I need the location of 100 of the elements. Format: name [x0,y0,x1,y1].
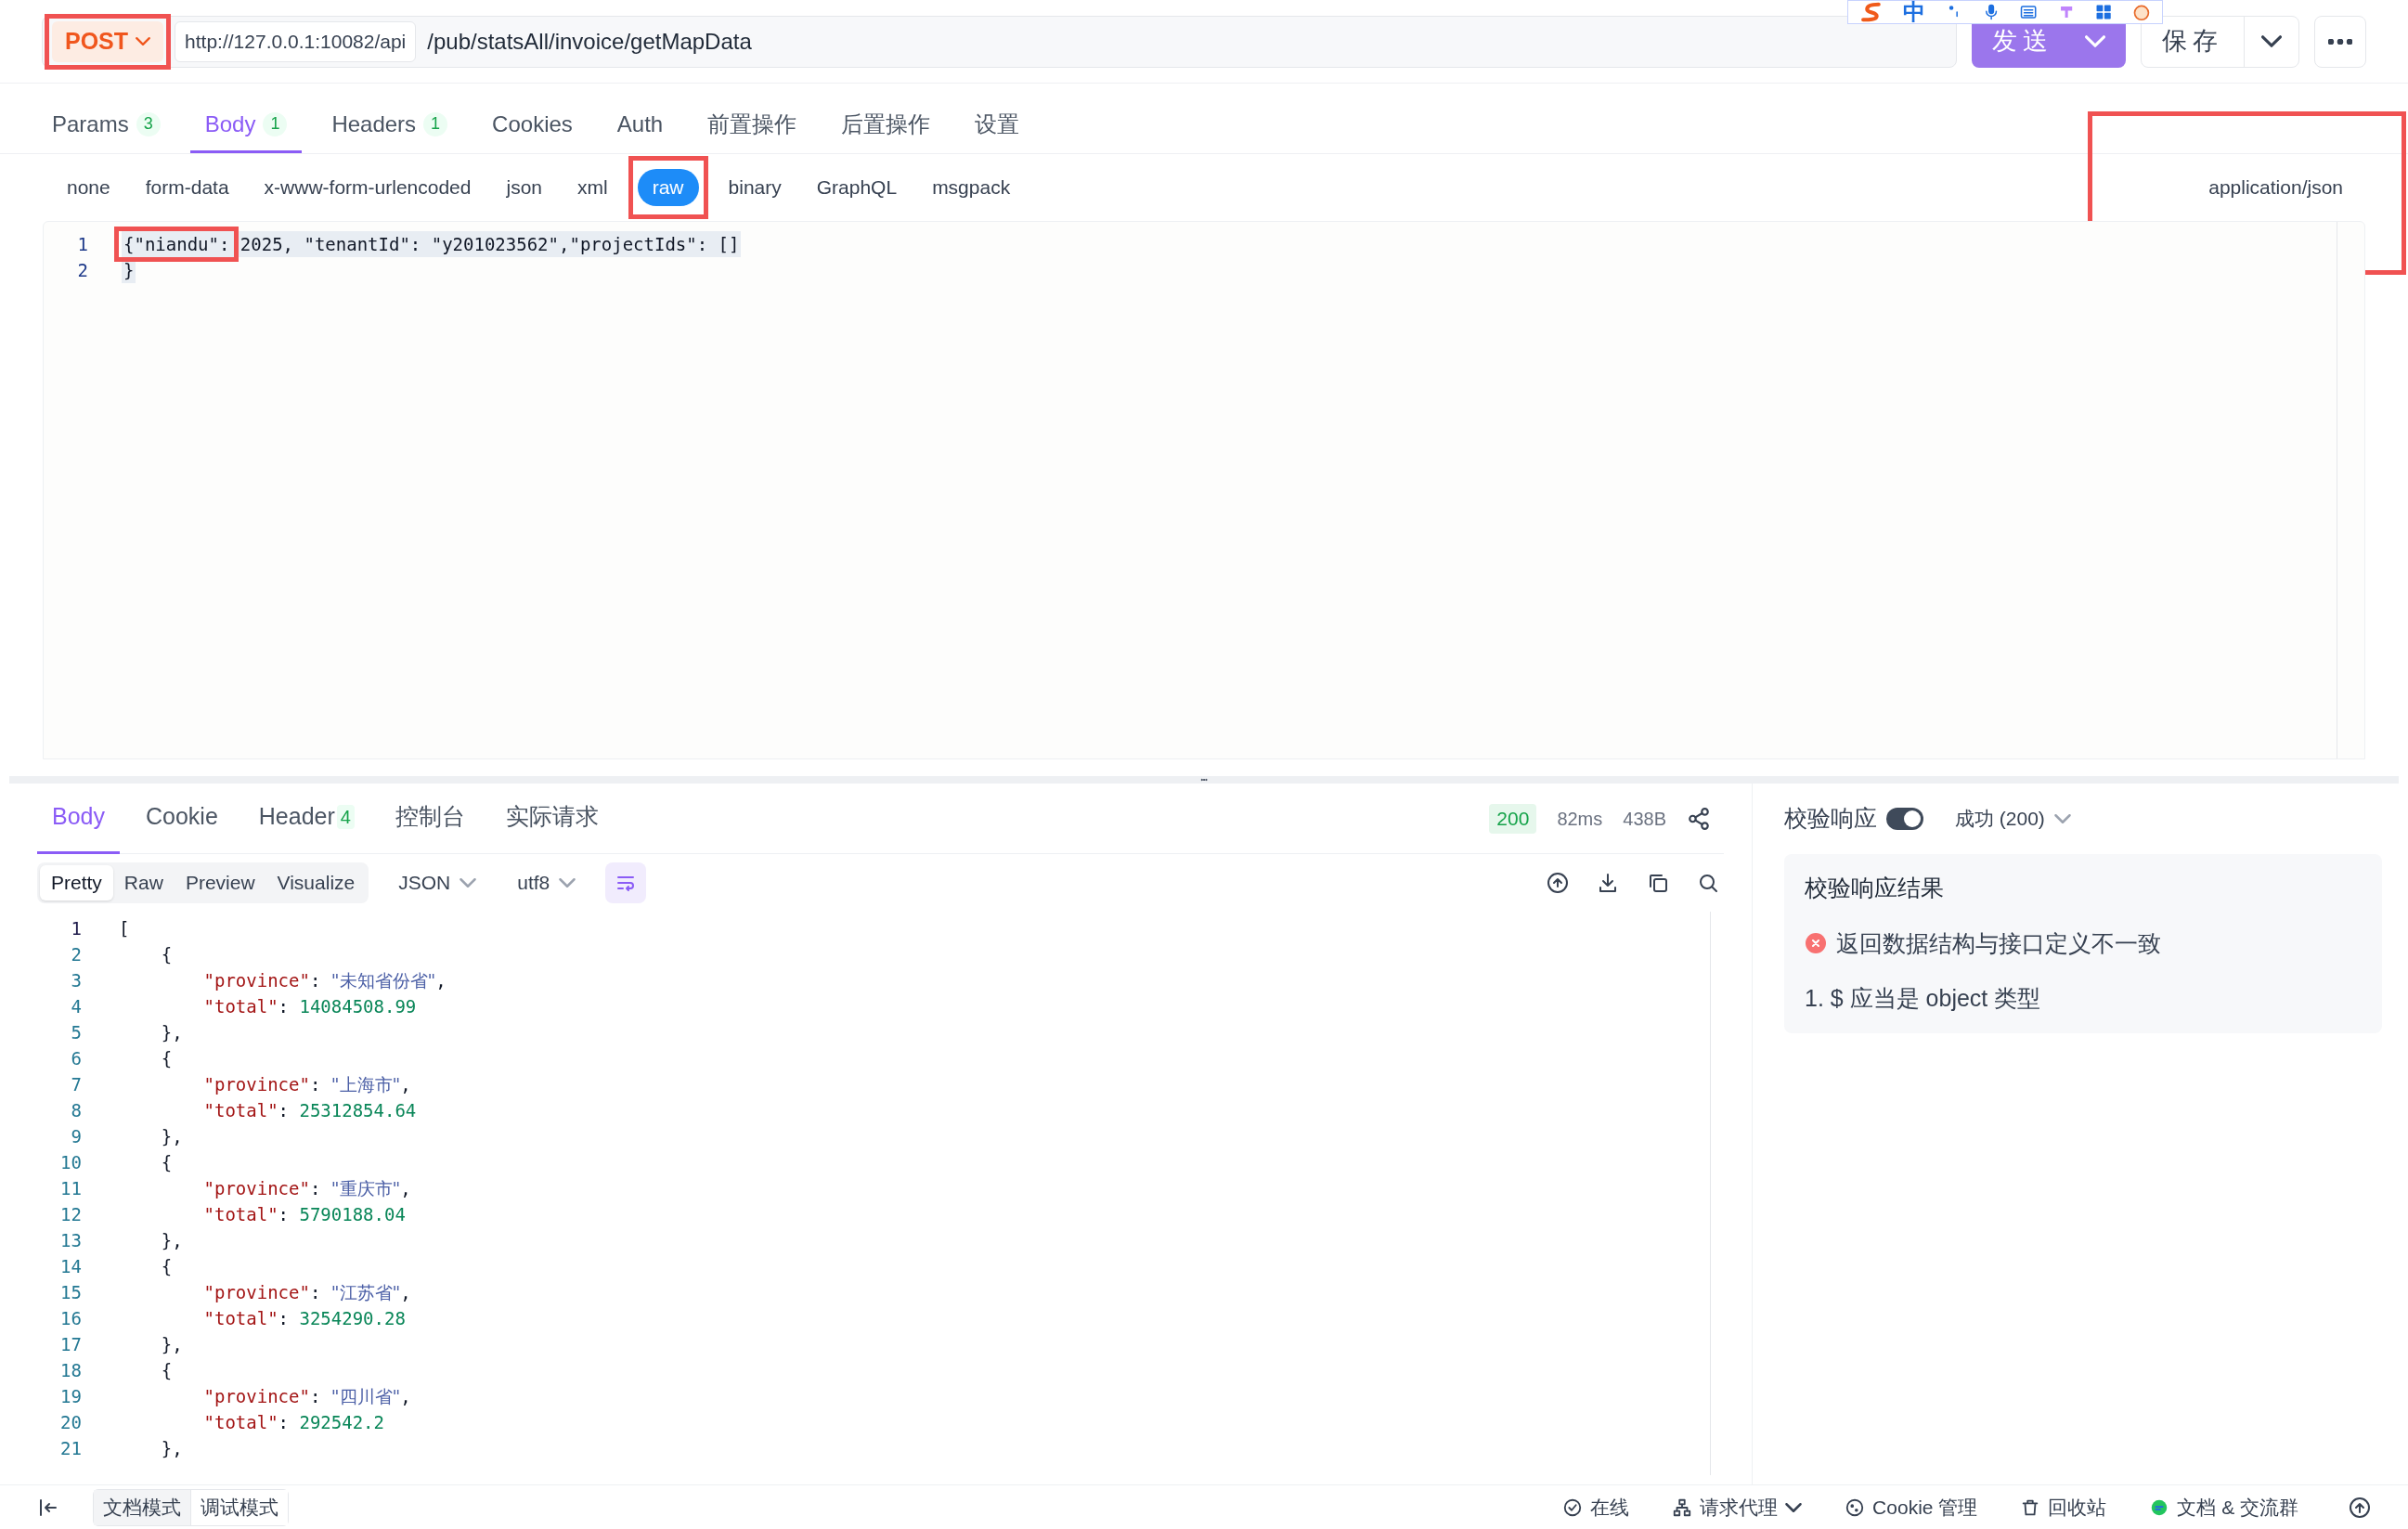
wrap-toggle-button[interactable] [605,862,647,903]
code-line: "province": "江苏省", [202,1280,411,1304]
code-line: }, [160,1124,183,1148]
splitter-handle[interactable] [9,776,2399,784]
view-mode-option[interactable]: Preview [174,865,266,901]
cookie-icon [1845,1497,1866,1518]
code-line: "total": 292542.2 [202,1410,384,1434]
grid-icon [2094,2,2113,22]
line-number: 13 [59,1228,82,1252]
error-message: 返回数据结构与接口定义不一致 [1836,928,2161,958]
code-line: { [160,1046,173,1070]
download-icon [1597,872,1619,894]
caret-icon [1785,1502,1803,1512]
request-tab[interactable]: Auth [602,97,679,153]
line-number: 18 [59,1358,82,1382]
line-number: 1 [76,232,88,256]
status-bar-item[interactable]: 请求代理 [1672,1492,1803,1523]
base-url-label: http://127.0.0.1:10082/api [175,20,417,62]
status-code-badge: 200 [1489,803,1537,834]
status-bar-item[interactable]: 回收站 [2020,1492,2107,1523]
line-number: 7 [70,1072,82,1096]
request-tab[interactable]: Body 1 [189,97,303,153]
validation-result-select[interactable]: 成功 (200) [1955,804,2071,834]
status-bar-item[interactable]: 在线 [1562,1492,1630,1523]
code-line: { [160,1254,173,1278]
request-tab[interactable]: Cookies [477,97,588,153]
body-type-option[interactable]: msgpack [917,169,1026,206]
body-type-option[interactable]: xml [563,169,623,206]
mode-option[interactable]: 调试模式 [190,1489,288,1525]
response-tab[interactable]: Header 4 [243,783,369,854]
code-line: "province": "四川省", [202,1384,411,1408]
count-badge: 3 [136,111,161,136]
code-line: "province": "未知省份省", [202,968,447,992]
copy-icon [1647,872,1669,894]
line-number: 17 [59,1332,82,1356]
more-button[interactable] [2314,15,2366,68]
request-tab[interactable]: Params 3 [37,97,175,153]
count-badge: 1 [423,111,448,136]
line-number: 4 [70,994,82,1018]
request-tab[interactable]: Headers 1 [317,97,463,153]
caret-icon [136,37,151,45]
request-tab[interactable]: 设置 [960,97,1035,153]
scroll-top-button[interactable] [2349,1496,2371,1519]
line-number: 1 [70,916,82,940]
ime-logo-icon [1859,0,1883,24]
code-editor[interactable]: 1 {"niandu": 2025, "tenantId": "y201023562","projectIds": [] 2 } [43,221,2365,759]
caret-icon [2053,814,2071,823]
content-type-select[interactable]: application/json [2199,169,2352,206]
view-mode-option[interactable]: Raw [112,865,175,901]
caret-icon [460,878,477,888]
body-type-option[interactable]: GraphQL [801,169,913,206]
line-number: 9 [70,1124,82,1148]
more-icon [2328,38,2352,45]
arrow-up-icon [2349,1496,2371,1519]
body-type-option[interactable]: x-www-form-urlencoded [249,169,486,206]
encoding-select[interactable]: utf8 [506,862,588,903]
body-type-option[interactable]: binary [713,169,796,206]
response-tab[interactable]: 实际请求 [490,783,614,854]
code-line: "province": "重庆市", [202,1176,411,1200]
count-badge: 1 [263,111,288,136]
code-line: "total": 25312854.64 [202,1098,417,1122]
body-type-option[interactable]: none [52,169,125,206]
code-line: }, [160,1228,183,1252]
search-icon [1697,872,1719,894]
line-number: 3 [70,968,82,992]
code-line: }, [160,1332,183,1356]
response-tab[interactable]: Body [37,783,120,854]
response-tab[interactable]: Cookie [131,783,233,854]
line-number: 21 [59,1436,82,1460]
line-number: 12 [59,1202,82,1226]
status-bar-item[interactable]: 文档 & 交流群 [2149,1492,2298,1523]
line-number: 14 [59,1254,82,1278]
network-icon [1672,1497,1693,1518]
share-button[interactable] [1687,806,1711,831]
body-type-option[interactable]: json [491,169,557,206]
code-text: } [123,259,135,280]
code-text: {"niandu": [123,233,230,254]
body-type-option[interactable]: form-data [130,169,244,206]
code-line: "total": 5790188.04 [202,1202,406,1226]
view-mode-option[interactable]: Visualize [265,865,367,901]
code-text: 2025, "tenantId": "y201023562","projectIds": [] [239,233,740,254]
code-line: { [160,1358,173,1382]
caret-icon [2085,35,2105,47]
code-line: { [160,1150,173,1174]
response-time: 82ms [1557,807,1603,831]
line-number: 10 [59,1150,82,1174]
response-tab[interactable]: 控制台 [380,783,480,854]
code-line: "total": 3254290.28 [202,1306,406,1330]
validation-toggle[interactable] [1886,808,1923,830]
panel-title: 校验响应结果 [1805,874,1945,902]
caret-icon [559,878,576,888]
mode-option[interactable]: 文档模式 [94,1489,190,1525]
request-tab[interactable]: 前置操作 [693,97,812,153]
count-badge: 4 [336,805,355,829]
line-number: 11 [59,1176,82,1200]
status-bar-item[interactable]: Cookie 管理 [1845,1492,1978,1523]
line-number: 20 [59,1410,82,1434]
request-tab[interactable]: 后置操作 [826,97,946,153]
view-mode-option[interactable]: Pretty [40,865,113,901]
format-select[interactable]: JSON [387,862,488,903]
